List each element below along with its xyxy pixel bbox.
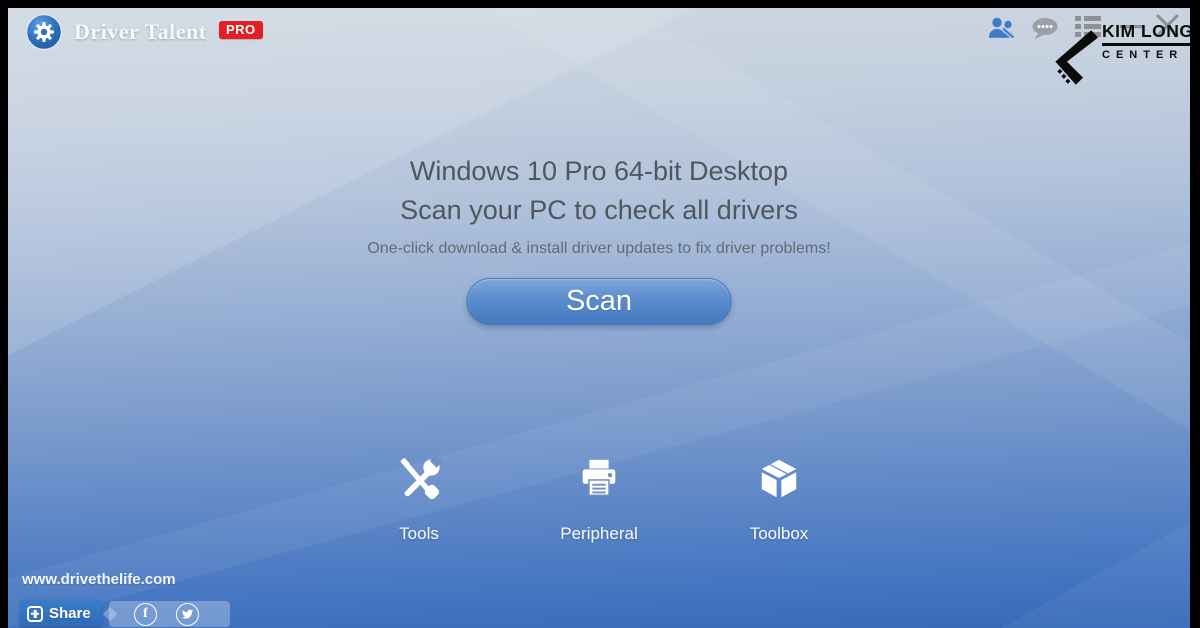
share-button[interactable]: Share	[20, 600, 102, 627]
users-feedback-icon[interactable]	[986, 15, 1020, 41]
driver-talent-window: Driver Talent PRO	[8, 8, 1190, 628]
tools-shortcut[interactable]: Tools	[379, 456, 459, 544]
gear-icon	[25, 13, 63, 51]
scan-prompt-heading: Scan your PC to check all drivers	[8, 195, 1190, 226]
shortcuts-row: Tools Peripheral	[379, 456, 819, 544]
shortcut-label: Peripheral	[559, 524, 639, 544]
facebook-glyph: f	[143, 607, 148, 621]
toolbox-shortcut[interactable]: Toolbox	[739, 456, 819, 544]
hero-section: Windows 10 Pro 64-bit Desktop Scan your …	[8, 156, 1190, 258]
kim-long-text: KIM LONG CENTER	[1102, 21, 1190, 88]
kim-long-center-watermark: KIM LONG CENTER	[1050, 21, 1190, 88]
pro-badge: PRO	[219, 21, 263, 39]
os-info-heading: Windows 10 Pro 64-bit Desktop	[8, 156, 1190, 187]
twitter-icon[interactable]	[176, 603, 199, 626]
facebook-icon[interactable]: f	[134, 603, 157, 626]
shortcut-label: Toolbox	[739, 524, 819, 544]
twitter-bird	[181, 608, 194, 621]
plus-icon	[27, 606, 43, 622]
hero-subtext: One-click download & install driver upda…	[8, 240, 1190, 258]
watermark-line1: KIM LONG	[1102, 21, 1190, 46]
website-link[interactable]: www.drivethelife.com	[22, 571, 176, 588]
screenshot-frame: Driver Talent PRO	[0, 0, 1200, 628]
wrench-screwdriver-icon	[396, 456, 442, 502]
watermark-line2: CENTER	[1102, 49, 1190, 61]
app-logo	[25, 13, 63, 51]
app-title: Driver Talent	[74, 19, 207, 45]
share-label: Share	[49, 605, 91, 622]
kim-long-swoosh-icon	[1050, 28, 1100, 88]
scan-button[interactable]: Scan	[467, 278, 732, 325]
cube-box-icon	[756, 456, 802, 502]
shortcut-label: Tools	[379, 524, 459, 544]
share-panel: f	[109, 601, 230, 627]
printer-icon	[576, 456, 622, 502]
peripheral-shortcut[interactable]: Peripheral	[559, 456, 639, 544]
share-panel-notch	[103, 607, 117, 621]
